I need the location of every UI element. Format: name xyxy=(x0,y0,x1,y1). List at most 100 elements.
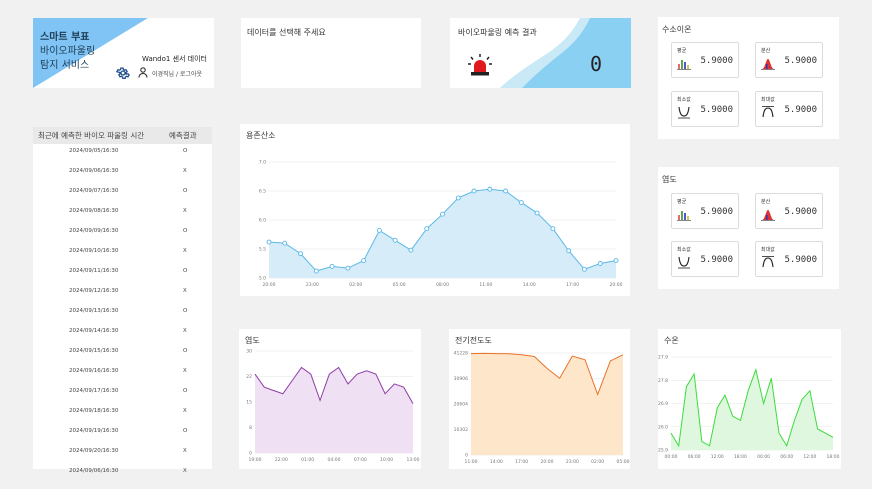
row-date: 2024/09/09/16:30 xyxy=(69,228,119,234)
table-row[interactable]: 2024/09/08/16:30 X xyxy=(33,206,212,218)
row-result: O xyxy=(183,348,188,354)
row-date: 2024/09/17/16:30 xyxy=(69,388,119,394)
x-tick-label: 20:00 xyxy=(610,282,623,288)
data-point[interactable] xyxy=(424,226,430,232)
data-point[interactable] xyxy=(518,200,524,206)
salinity-mean-box: 평균 5.9000 xyxy=(671,193,739,229)
water-temperature-chart: 수온 27.9 27.8 26.9 26.0 25.9 00:00 06:00 12:00 18… xyxy=(658,329,841,469)
x-tick-label: 23:00 xyxy=(566,459,579,465)
data-point[interactable] xyxy=(582,266,587,272)
stat-value: 5.9000 xyxy=(700,255,733,265)
stat-value: 5.9000 xyxy=(700,56,733,66)
x-tick-label: 04:00 xyxy=(328,457,341,463)
x-tick-label: 13:00 xyxy=(407,457,420,463)
row-date: 2024/09/19/16:30 xyxy=(69,428,119,434)
sensor-data-label: Wando1 센서 데이터 xyxy=(141,55,207,63)
user-logout-link[interactable]: 이경직님 / 로그아웃 xyxy=(152,69,202,78)
bar-chart-icon xyxy=(677,211,691,221)
data-point[interactable] xyxy=(361,258,367,264)
data-point[interactable] xyxy=(503,188,509,194)
data-point[interactable] xyxy=(455,195,461,201)
stat-label: 분산 xyxy=(761,48,771,54)
x-tick-label: 17:00 xyxy=(566,282,579,288)
data-point[interactable] xyxy=(266,239,272,245)
table-row[interactable]: 2024/09/19/16:30 O xyxy=(33,426,212,438)
y-tick-label: 22 xyxy=(246,374,252,380)
gear-icon[interactable] xyxy=(116,66,130,80)
max-curve-icon xyxy=(762,256,774,268)
x-tick-label: 01:00 xyxy=(301,457,314,463)
data-point[interactable] xyxy=(487,186,493,192)
x-tick-label: 05:00 xyxy=(393,282,406,288)
table-header-result: 예측결과 xyxy=(169,131,197,140)
data-point[interactable] xyxy=(298,251,303,257)
x-tick-label: 00:00 xyxy=(757,454,770,460)
row-date: 2024/09/20/16:30 xyxy=(69,448,119,454)
data-point[interactable] xyxy=(613,258,619,264)
x-tick-label: 19:00 xyxy=(249,457,262,463)
brand-title-line2: 바이오파울링 xyxy=(40,46,96,57)
data-point[interactable] xyxy=(471,188,477,194)
row-result: X xyxy=(183,288,187,294)
row-result: X xyxy=(183,168,187,174)
data-point[interactable] xyxy=(440,211,445,217)
table-row[interactable]: 2024/09/17/16:30 O xyxy=(33,386,212,398)
x-tick-label: 18:00 xyxy=(827,454,840,460)
table-row[interactable]: 2024/09/16/16:30 X xyxy=(33,366,212,378)
row-date: 2024/09/18/16:30 xyxy=(69,408,119,414)
row-result: O xyxy=(183,228,188,234)
data-point[interactable] xyxy=(534,210,540,216)
table-row[interactable]: 2024/09/12/16:30 X xyxy=(33,286,212,298)
data-select-card[interactable]: 데이터를 선택해 주세요 xyxy=(241,18,421,88)
dissolved-oxygen-chart: 용존산소 7.0 6.5 6.0 5.5 5.0 20:00 23:00 02:00 05:00… xyxy=(240,124,630,296)
data-point[interactable] xyxy=(345,265,351,271)
series-area xyxy=(255,367,413,453)
x-tick-label: 20:00 xyxy=(541,459,554,465)
table-row[interactable]: 2024/09/06/16:30 X xyxy=(33,166,212,178)
data-point[interactable] xyxy=(597,261,603,266)
y-tick-label: 20604 xyxy=(454,402,468,408)
salinity-stats-title: 염도 xyxy=(662,175,677,184)
x-tick-label: 23:00 xyxy=(306,282,319,288)
data-point[interactable] xyxy=(313,268,319,274)
y-tick-label: 30906 xyxy=(454,376,468,382)
data-point[interactable] xyxy=(550,226,556,232)
table-row[interactable]: 2024/09/18/16:30 X xyxy=(33,406,212,418)
data-point[interactable] xyxy=(392,237,398,243)
stat-label: 분산 xyxy=(761,199,771,205)
table-header: 최근에 예측한 바이오 파울링 시간 예측결과 xyxy=(33,127,212,144)
data-point[interactable] xyxy=(376,227,382,233)
table-row[interactable]: 2024/09/10/16:30 X xyxy=(33,246,212,258)
table-row[interactable]: 2024/09/14/16:30 X xyxy=(33,326,212,338)
stat-label: 최소값 xyxy=(677,247,691,253)
row-date: 2024/09/07/16:30 xyxy=(69,188,119,194)
data-point[interactable] xyxy=(282,240,288,246)
data-point[interactable] xyxy=(408,247,414,253)
prediction-title: 바이오파울링 예측 결과 xyxy=(458,28,537,37)
ph-max-box: 최대값 5.9000 xyxy=(755,91,823,127)
person-icon xyxy=(138,67,148,78)
data-point[interactable] xyxy=(566,248,572,254)
table-row[interactable]: 2024/09/15/16:30 O xyxy=(33,346,212,358)
table-row[interactable]: 2024/09/20/16:30 X xyxy=(33,446,212,458)
salinity-chart: 염도 30 22 15 8 0 19:00 22:00 01:00 04:00 07:00 10:0… xyxy=(239,329,421,469)
table-row[interactable]: 2024/09/13/16:30 O xyxy=(33,306,212,318)
table-row[interactable]: 2024/09/05/16:30 O xyxy=(33,146,212,158)
data-point[interactable] xyxy=(329,263,335,269)
stat-value: 5.9000 xyxy=(784,255,817,265)
table-row[interactable]: 2024/09/09/16:30 O xyxy=(33,226,212,238)
table-row[interactable]: 2024/09/07/16:30 O xyxy=(33,186,212,198)
x-tick-label: 05:00 xyxy=(617,459,630,465)
row-result: O xyxy=(183,188,188,194)
y-tick-label: 5.0 xyxy=(259,276,266,282)
stat-value: 5.9000 xyxy=(700,207,733,217)
x-tick-label: 14:00 xyxy=(523,282,536,288)
table-row[interactable]: 2024/09/06/16:30 X xyxy=(33,466,212,478)
x-tick-label: 07:00 xyxy=(354,457,367,463)
x-tick-label: 20:00 xyxy=(263,282,276,288)
table-row[interactable]: 2024/09/11/16:30 O xyxy=(33,266,212,278)
stat-value: 5.9000 xyxy=(784,105,817,115)
salinity-stats-card: 염도 평균 5.9000 분산 5.9000 최소값 5.9000 최대값 5.… xyxy=(658,167,839,289)
x-tick-label: 22:00 xyxy=(275,457,288,463)
row-date: 2024/09/14/16:30 xyxy=(69,328,119,334)
